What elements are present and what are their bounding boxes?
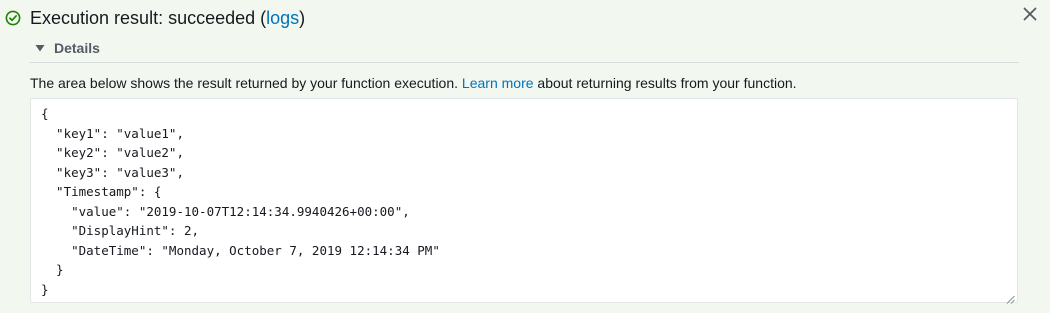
result-json: { "key1": "value1", "key2": "value2", "k… [41,106,440,297]
check-circle-icon [4,9,22,27]
close-icon [1023,7,1037,26]
learn-more-link[interactable]: Learn more [462,75,534,91]
result-output-area[interactable]: { "key1": "value1", "key2": "value2", "k… [30,98,1018,304]
details-toggle[interactable]: Details [34,40,100,56]
execution-result-panel: Execution result: succeeded (logs) Detai… [0,0,1050,313]
close-button[interactable] [1020,6,1040,26]
execution-result-header: Execution result: succeeded (logs) [4,6,305,30]
description-text-after: about returning results from your functi… [533,75,797,91]
execution-result-title: Execution result: succeeded (logs) [30,8,305,29]
resize-handle-icon[interactable] [1006,291,1015,304]
logs-link[interactable]: logs [266,8,299,28]
title-prefix: Execution result: succeeded ( [30,7,267,28]
title-suffix: ) [299,7,306,28]
result-description: The area below shows the result returned… [30,75,797,91]
details-divider [30,62,1019,63]
description-text-before: The area below shows the result returned… [30,75,462,91]
caret-down-icon [34,42,46,54]
details-label: Details [54,40,100,56]
